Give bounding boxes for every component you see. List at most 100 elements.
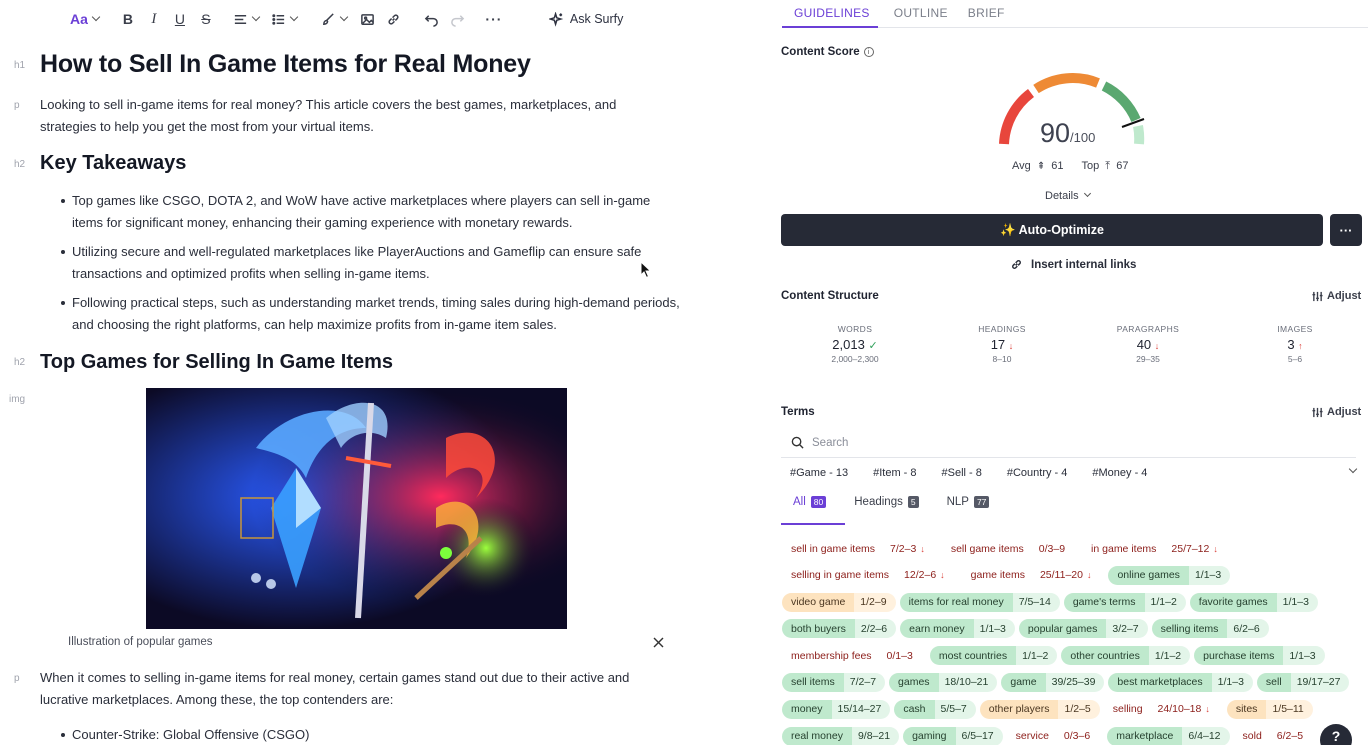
font-style-dropdown[interactable]: Aa [70,8,99,30]
term-chip[interactable]: sell items 7/2–7 [782,672,886,692]
term-chip[interactable]: purchase items 1/1–3 [1194,646,1325,666]
term-chip[interactable]: items for real money 7/5–14 [899,592,1060,612]
games-illustration-image[interactable] [146,388,567,629]
list-item[interactable]: Top games like CSGO, DOTA 2, and WoW hav… [61,190,682,234]
term-tab-headings[interactable]: Headings 5 [854,496,919,514]
intro-paragraph[interactable]: Looking to sell in-game items for real m… [40,94,665,138]
heading-key-takeaways[interactable]: Key Takeaways [40,152,680,175]
adjust-terms-button[interactable]: Adjust [1312,406,1361,418]
italic-button[interactable]: I [143,8,165,30]
games-intro-paragraph[interactable]: When it comes to selling in-game items f… [40,667,670,711]
list-dropdown[interactable] [271,8,297,30]
term-chip[interactable]: sites 1/5–11 [1226,699,1313,719]
tab-guidelines[interactable]: GUIDELINES [794,0,870,28]
term-count: 1/1–3 [1188,565,1231,585]
term-chip[interactable]: best marketplaces 1/1–3 [1108,672,1253,692]
term-chip[interactable]: sell 19/17–27 [1256,672,1350,692]
align-dropdown[interactable] [233,8,259,30]
term-chip[interactable]: both buyers 2/2–6 [782,619,897,639]
term-chip[interactable]: selling in game items 12/2–6 ↓ [782,566,954,585]
insert-internal-links-button[interactable]: Insert internal links [1010,258,1136,271]
term-chip[interactable]: other players 1/2–5 [979,699,1100,719]
term-count: 0/3–6 [1063,730,1091,743]
list-item[interactable]: Utilizing secure and well-regulated mark… [61,241,682,285]
block-tag-h2: h2 [14,159,26,170]
editor-toolbar: Aa B I U S ··· Ask Surfy [70,8,627,30]
term-chip[interactable]: service 0/3–6 [1007,727,1100,745]
insert-link-button[interactable] [383,8,405,30]
hashtag-filter[interactable]: #Item - 8 [873,467,916,479]
term-name: both buyers [782,619,855,639]
insert-image-button[interactable] [357,8,379,30]
term-chip[interactable]: game's terms 1/1–2 [1063,592,1186,612]
ask-surfy-button[interactable]: Ask Surfy [548,8,623,30]
term-chip[interactable]: sell game items 0/3–9 [942,539,1074,558]
term-chip[interactable]: gaming 6/5–17 [903,726,1003,745]
seo-panel: GUIDELINES OUTLINE BRIEF Content Score i … [770,0,1368,745]
term-name: game's terms [1063,592,1145,612]
term-chip[interactable]: earn money 1/1–3 [900,619,1015,639]
hashtag-filter[interactable]: #Sell - 8 [942,467,982,479]
term-chip[interactable]: selling 24/10–18 ↓ [1104,700,1219,719]
metric-paragraphs: PARAGRAPHS 40 ↓ 29–35 [1116,324,1180,364]
term-chip[interactable]: sold 6/2–5 [1234,727,1313,745]
tab-brief[interactable]: BRIEF [968,0,1005,28]
auto-optimize-button[interactable]: ✨ Auto-Optimize [781,214,1323,246]
list-item[interactable]: Following practical steps, such as under… [61,292,682,336]
term-chip[interactable]: real money 9/8–21 [782,726,900,745]
document-title[interactable]: How to Sell In Game Items for Real Money [40,50,680,79]
term-chip[interactable]: marketplace 6/4–12 [1107,726,1230,745]
sparkle-icon [548,11,564,27]
avg-top-scores: Avg ⇞ 61 Top ⤒ 67 [1012,160,1129,172]
term-name: games [889,672,939,692]
term-chip[interactable]: money 15/14–27 [782,699,891,719]
more-options-button[interactable]: ··· [483,8,505,30]
highlight-dropdown[interactable] [321,8,347,30]
term-name: video game [782,592,855,612]
term-chip[interactable]: selling items 6/2–6 [1151,619,1269,639]
image-caption[interactable]: Illustration of popular games [68,636,212,648]
search-input[interactable] [812,436,1112,449]
chevron-down-icon[interactable] [1348,464,1358,474]
term-chip[interactable]: cash 5/5–7 [894,699,976,719]
term-count: 1/1–2 [1016,646,1058,666]
term-chip[interactable]: online games 1/1–3 [1108,565,1231,585]
bold-button[interactable]: B [117,8,139,30]
term-name: popular games [1018,619,1107,639]
info-icon[interactable]: i [863,47,874,57]
term-name: other countries [1061,646,1149,666]
adjust-structure-button[interactable]: Adjust [1312,290,1361,302]
hashtag-filter[interactable]: #Money - 4 [1092,467,1147,479]
term-row: sell items 7/2–7 games 18/10–21 game 39/25–39… [782,672,1360,692]
search-icon [791,436,804,449]
tab-outline[interactable]: OUTLINE [894,0,948,28]
more-actions-button[interactable]: ··· [1330,214,1362,246]
details-toggle[interactable]: Details [1045,190,1090,202]
term-chip[interactable]: sell in game items 7/2–3 ↓ [782,539,934,558]
term-chip[interactable]: in game items 25/7–12 ↓ [1082,539,1227,558]
hashtag-filter[interactable]: #Game - 13 [790,467,848,479]
term-tab-all[interactable]: All 80 [793,496,827,514]
underline-button[interactable]: U [169,8,191,30]
heading-top-games[interactable]: Top Games for Selling In Game Items [40,351,680,374]
term-row: both buyers 2/2–6 earn money 1/1–3 popular g… [782,619,1360,639]
close-icon[interactable] [652,636,665,649]
term-count: 5/5–7 [934,699,976,719]
avg-icon: ⇞ [1036,161,1046,172]
term-chip[interactable]: game 39/25–39 [1001,672,1105,692]
term-chip[interactable]: video game 1/2–9 [782,592,896,612]
term-chip[interactable]: membership fees 0/1–3 [782,646,922,665]
term-chip[interactable]: most countries 1/1–2 [929,646,1058,666]
term-chip[interactable]: game items 25/11–20 ↓ [962,566,1101,585]
undo-button[interactable] [421,8,443,30]
strikethrough-button[interactable]: S [195,8,217,30]
hashtag-filter[interactable]: #Country - 4 [1007,467,1068,479]
term-name: real money [782,726,852,745]
term-chip[interactable]: other countries 1/1–2 [1061,646,1191,666]
redo-button[interactable] [447,8,469,30]
term-chip[interactable]: games 18/10–21 [889,672,998,692]
list-item[interactable]: Counter-Strike: Global Offensive (CSGO) [61,724,682,745]
term-chip[interactable]: popular games 3/2–7 [1018,619,1148,639]
term-tab-nlp[interactable]: NLP 77 [947,496,990,514]
term-chip[interactable]: favorite games 1/1–3 [1189,592,1318,612]
